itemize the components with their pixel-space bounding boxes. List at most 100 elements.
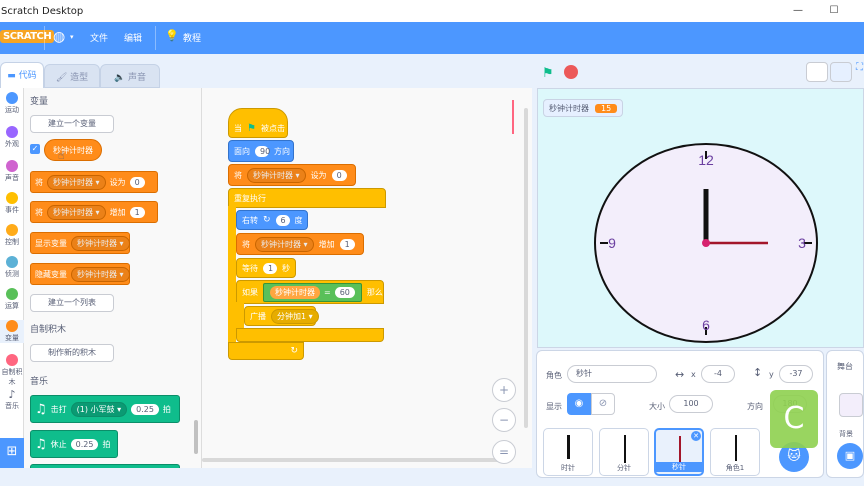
category-label: 变量 — [5, 334, 19, 342]
delete-sprite-icon[interactable]: ✕ — [691, 431, 701, 441]
palette-scrollbar[interactable] — [194, 420, 198, 454]
maximize-button[interactable]: ☐ — [824, 3, 844, 19]
sprite-name-input[interactable]: 秒针 — [567, 365, 657, 383]
zoom-reset-button[interactable]: = — [492, 440, 516, 464]
add-backdrop-button[interactable]: ▣ — [837, 443, 863, 469]
sprite-thumb-second[interactable]: ✕ 秒针 — [654, 428, 704, 476]
small-stage-button[interactable] — [806, 62, 828, 82]
category-events[interactable]: 事件 — [0, 192, 24, 215]
show-variable-block[interactable]: 显示变量 秒钟计时器 ▾ — [30, 232, 130, 254]
block-text: 显示变量 — [35, 238, 67, 248]
hide-variable-block[interactable]: 隐藏变量 秒钟计时器 ▾ — [30, 263, 130, 285]
make-variable-button[interactable]: 建立一个变量 — [30, 115, 114, 133]
menu-edit[interactable]: 编辑 — [124, 31, 142, 44]
category-looks[interactable]: 外观 — [0, 126, 24, 149]
direction-input[interactable]: 90 — [255, 145, 270, 157]
sprite-thumb-sprite1[interactable]: 角色1 — [710, 428, 760, 476]
variable-dropdown[interactable]: 秒钟计时器 ▾ — [47, 174, 106, 190]
x-position-input[interactable]: -4 — [701, 365, 735, 383]
equals-operator[interactable]: 秒钟计时器 = 60 — [263, 282, 362, 302]
eye-icon[interactable]: ◉ — [567, 393, 591, 415]
tab-costumes-label: 造型 — [70, 73, 89, 83]
green-flag-icon[interactable]: ⚑ — [542, 66, 554, 81]
degrees-input[interactable]: 6 — [275, 214, 290, 226]
stage[interactable]: 12 3 6 9 — [537, 88, 864, 348]
category-sensing[interactable]: 侦测 — [0, 256, 24, 279]
extension-button[interactable]: ⊞ — [0, 438, 24, 468]
category-motion[interactable]: 运动 — [0, 92, 24, 115]
change-variable-block[interactable]: 将 秒钟计时器 ▾ 增加 1 — [236, 233, 364, 255]
sprite-name-label: 角色 — [546, 371, 562, 380]
value-input[interactable]: 1 — [339, 238, 355, 250]
size-input[interactable]: 100 — [669, 395, 713, 413]
variable-dropdown[interactable]: 秒钟计时器 ▾ — [255, 236, 314, 252]
script-vertical-scrollbar[interactable] — [524, 108, 528, 428]
stage-panel[interactable]: 舞台 背景 ▣ — [826, 350, 864, 478]
play-drum-block[interactable]: ♫ 击打 (1) 小军鼓 ▾ 0.25 拍 — [30, 395, 180, 423]
variable-reporter[interactable]: 秒钟计时器 — [270, 285, 320, 299]
scratch-logo[interactable]: SCRATCH — [0, 30, 55, 43]
tab-sounds[interactable]: 🔈 声音 — [100, 64, 160, 88]
block-text: 增加 — [318, 239, 335, 249]
compare-value-input[interactable]: 60 — [334, 286, 355, 298]
category-control[interactable]: 控制 — [0, 224, 24, 247]
variable-reporter[interactable]: 秒钟计时器 — [44, 139, 102, 161]
set-variable-block[interactable]: 将 秒钟计时器 ▾ 设为 0 — [228, 164, 356, 186]
sprite-thumb-hour[interactable]: 时针 — [543, 428, 593, 476]
partial-music-block[interactable] — [30, 464, 180, 468]
beats-input[interactable]: 0.25 — [70, 438, 99, 450]
category-operators[interactable]: 运算 — [0, 288, 24, 311]
eye-slash-icon[interactable]: ⊘ — [591, 393, 615, 415]
menu-file[interactable]: 文件 — [90, 31, 108, 44]
category-myblocks[interactable]: 自制积木 — [0, 354, 24, 387]
tab-sounds-label: 声音 — [128, 73, 147, 83]
category-sound[interactable]: 声音 — [0, 160, 24, 183]
variable-dropdown[interactable]: 秒钟计时器 ▾ — [71, 266, 130, 282]
when-flag-clicked-block[interactable]: 当 ⚑ 被点击 — [228, 108, 288, 138]
fullscreen-icon[interactable]: ⛶ — [856, 62, 864, 82]
variable-monitor[interactable]: 秒钟计时器 15 — [543, 99, 624, 117]
beats-input[interactable]: 0.25 — [131, 403, 159, 415]
stop-button[interactable] — [564, 65, 578, 79]
value-input[interactable]: 1 — [129, 206, 145, 218]
category-label: 侦测 — [5, 270, 19, 278]
script-area: 当 ⚑ 被点击 面向 90 方向 将 秒钟计时器 ▾ 设为 0 重复执行 ↻ 右… — [202, 88, 532, 468]
set-variable-block[interactable]: 将 秒钟计时器 ▾ 设为 0 — [30, 171, 158, 193]
category-variables[interactable]: 变量 — [0, 320, 24, 343]
variable-dropdown[interactable]: 秒钟计时器 ▾ — [71, 235, 130, 251]
lightbulb-icon[interactable]: 💡 — [165, 29, 179, 42]
value-input[interactable]: 0 — [129, 176, 145, 188]
rest-block[interactable]: ♫ 休止 0.25 拍 — [30, 430, 118, 458]
category-label: 事件 — [5, 206, 19, 214]
variable-dropdown[interactable]: 秒钟计时器 ▾ — [247, 167, 306, 183]
make-block-button[interactable]: 制作新的积木 — [30, 344, 114, 362]
tab-code[interactable]: ▬ 代码 — [0, 62, 44, 88]
change-variable-block[interactable]: 将 秒钟计时器 ▾ 增加 1 — [30, 201, 158, 223]
value-input[interactable]: 0 — [331, 169, 347, 181]
chevron-down-icon[interactable]: ▾ — [70, 33, 74, 41]
drum-dropdown[interactable]: (1) 小军鼓 ▾ — [70, 401, 128, 417]
sprite-thumb-minute[interactable]: 分针 — [599, 428, 649, 476]
globe-icon[interactable]: ◍ — [53, 29, 65, 45]
seconds-input[interactable]: 1 — [263, 262, 277, 274]
broadcast-block[interactable]: 广播 分钟加1 ▾ — [244, 306, 319, 326]
forever-block[interactable]: 重复执行 — [228, 188, 386, 208]
tab-costumes[interactable]: 🖌 造型 — [44, 64, 100, 88]
wait-block[interactable]: 等待 1 秒 — [236, 258, 296, 278]
turn-right-block[interactable]: 右转 ↻ 6 度 — [236, 210, 308, 230]
if-then-block[interactable]: 如果 秒钟计时器 = 60 那么 — [236, 280, 384, 304]
make-list-button[interactable]: 建立一个列表 — [30, 294, 114, 312]
script-horizontal-scrollbar[interactable] — [202, 458, 502, 462]
zoom-in-button[interactable]: + — [492, 378, 516, 402]
message-dropdown[interactable]: 分钟加1 ▾ — [271, 308, 319, 324]
menu-tutorials[interactable]: 教程 — [183, 31, 201, 44]
y-position-input[interactable]: -37 — [779, 365, 813, 383]
category-music[interactable]: ♪ 音乐 — [0, 388, 24, 411]
large-stage-button[interactable] — [830, 62, 852, 82]
variable-checkbox[interactable]: ✓ — [30, 144, 40, 154]
dropdown-label: 秒钟计时器 — [53, 177, 93, 187]
variable-dropdown[interactable]: 秒钟计时器 ▾ — [47, 204, 106, 220]
point-direction-block[interactable]: 面向 90 方向 — [228, 140, 294, 162]
zoom-out-button[interactable]: − — [492, 408, 516, 432]
minimize-button[interactable]: — — [788, 3, 808, 19]
